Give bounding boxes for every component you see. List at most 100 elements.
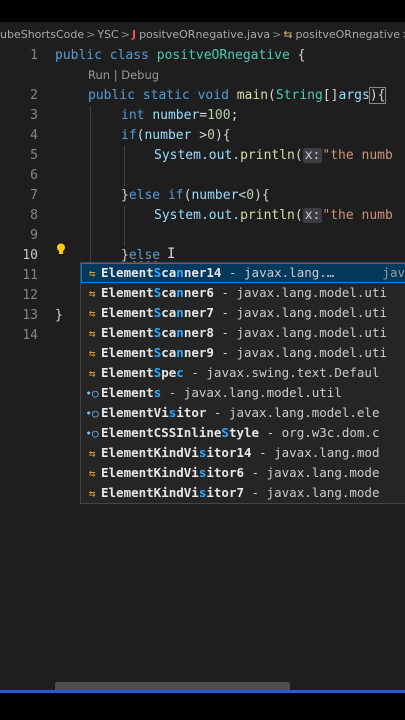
breadcrumb-separator: >: [86, 27, 96, 41]
class-icon: ⇆: [88, 347, 96, 360]
object-ref: System.out.: [154, 208, 241, 223]
inlay-hint: x:: [302, 208, 323, 223]
indent-guide: [124, 206, 125, 246]
type-name: String: [275, 88, 323, 103]
interface-icon: •○: [85, 407, 99, 420]
suggestion-item[interactable]: •○ ElementCSSInlineStyle - org.w3c.dom.c: [81, 423, 405, 443]
code-line-1[interactable]: public class positveORnegative {: [55, 46, 305, 66]
suggestion-label: ElementVisitor: [101, 405, 207, 420]
variable: number: [191, 188, 239, 203]
indent-guide: [124, 146, 125, 186]
parameter: args: [338, 88, 370, 103]
line-number: 2: [30, 88, 38, 103]
breadcrumb-item-file[interactable]: positveORnegative.java: [139, 28, 270, 41]
line-number: 14: [22, 328, 38, 343]
class-name: positveORnegative: [156, 48, 290, 63]
inlay-hint: x:: [302, 148, 323, 163]
window-bottom-border: [0, 690, 405, 693]
line-number: 5: [30, 148, 38, 163]
suggestion-item[interactable]: ⇆ ElementScanner7 - javax.lang.model.uti: [81, 303, 405, 323]
breadcrumb-separator: >: [120, 27, 130, 41]
variable: number: [144, 128, 192, 143]
text-cursor-icon: I: [167, 246, 176, 262]
interface-icon: •○: [85, 387, 99, 400]
line-number: 1: [30, 48, 38, 63]
suggestion-detail: - javax.lang.model.ele: [206, 405, 380, 420]
codelens-run-debug[interactable]: Run | Debug: [88, 66, 159, 84]
suggestion-detail: - javax.lang.model.uti: [213, 325, 388, 340]
java-file-icon: J: [131, 27, 137, 41]
paren: (: [294, 208, 303, 223]
keyword: static: [142, 88, 190, 103]
semicolon: ;: [230, 108, 239, 123]
suggestion-item[interactable]: •○ ElementVisitor - javax.lang.model.ele: [81, 403, 405, 423]
paren: (: [294, 148, 303, 163]
method-name: println: [240, 148, 295, 163]
brace: }: [55, 308, 63, 323]
line-number: 7: [30, 188, 38, 203]
breadcrumb-separator: >: [272, 27, 282, 41]
suggestion-item[interactable]: ⇆ ElementKindVisitor6 - javax.lang.mode: [81, 463, 405, 483]
suggestion-item[interactable]: ⇆ ElementScanner14 - javax.lang.… jav: [81, 263, 405, 283]
keyword-error: else: [128, 248, 161, 263]
brace: }: [121, 188, 129, 203]
suggestion-item[interactable]: ⇆ ElementScanner8 - javax.lang.model.uti: [81, 323, 405, 343]
code-line-5[interactable]: System.out.println(x: "the numb: [154, 146, 393, 166]
suggestion-label: ElementScanner8: [101, 325, 214, 340]
suggestion-detail: - javax.lang.mod: [251, 445, 380, 460]
suggestion-item[interactable]: ⇆ ElementSpec - javax.swing.text.Defaul: [81, 363, 405, 383]
breadcrumb: ubeShortsCode > YSC > J positveORnegativ…: [0, 22, 405, 46]
code-line-4[interactable]: if(number >0){: [121, 126, 231, 146]
line-number: 12: [22, 288, 38, 303]
class-icon: ⇆: [88, 307, 96, 320]
autocomplete-suggestions[interactable]: ⇆ ElementScanner14 - javax.lang.… jav ⇆ Elem…: [80, 262, 405, 504]
brace: }: [121, 248, 129, 263]
breadcrumb-item-folder[interactable]: ubeShortsCode: [0, 28, 84, 41]
keyword: public: [55, 48, 102, 63]
object-ref: System.out.: [154, 148, 241, 163]
suggestion-label: ElementCSSInlineStyle: [101, 425, 260, 440]
line-number: 9: [30, 228, 38, 243]
suggestion-detail: - javax.lang.model.uti: [213, 285, 388, 300]
code-line-7[interactable]: }else if(number<0){: [121, 186, 270, 206]
suggestion-detail: - javax.lang.model.uti: [213, 345, 388, 360]
class-icon: ⇆: [88, 367, 96, 380]
class-icon: ⇆: [88, 327, 96, 340]
code-line-13[interactable]: }: [55, 306, 63, 326]
class-icon: ⇆: [283, 27, 293, 41]
suggestion-item[interactable]: ⇆ ElementScanner6 - javax.lang.model.uti: [81, 283, 405, 303]
suggestion-detail: - org.w3c.dom.c: [259, 425, 380, 440]
suggestion-label: ElementScanner14: [101, 265, 222, 280]
lightbulb-icon[interactable]: [56, 243, 66, 255]
code-line-8[interactable]: System.out.println(x: "the numb: [154, 206, 393, 226]
string-literal: "the numb: [322, 208, 393, 223]
number-literal: 0: [207, 128, 215, 143]
suggestion-detail: - javax.lang.mode: [244, 485, 380, 500]
number-literal: 0: [246, 188, 255, 203]
line-number: 4: [30, 128, 38, 143]
breadcrumb-item-subfolder[interactable]: YSC: [97, 28, 118, 41]
method-name: println: [240, 208, 295, 223]
class-icon: ⇆: [88, 487, 96, 500]
line-number: 8: [30, 208, 38, 223]
suggestion-item[interactable]: ⇆ ElementScanner9 - javax.lang.model.uti: [81, 343, 405, 363]
method-name: main: [236, 88, 269, 103]
suggestion-item[interactable]: ⇆ ElementKindVisitor14 - javax.lang.mod: [81, 443, 405, 463]
code-line-2[interactable]: public static void main(String[]args){: [88, 86, 387, 106]
breadcrumb-item-class[interactable]: positveORnegative: [296, 28, 401, 41]
keyword: int: [121, 108, 145, 123]
keyword: else: [128, 188, 161, 203]
code-line-3[interactable]: int number=100;: [121, 106, 238, 126]
suggestion-label: ElementKindVisitor7: [101, 485, 245, 500]
suggestion-label: ElementScanner7: [101, 305, 214, 320]
brace: ){: [254, 188, 270, 203]
class-icon: ⇆: [88, 267, 96, 280]
suggestion-item[interactable]: •○ Elements - javax.lang.model.util: [81, 383, 405, 403]
line-number: 3: [30, 108, 38, 123]
suggestion-item[interactable]: ⇆ ElementKindVisitor7 - javax.lang.mode: [81, 483, 405, 503]
suggestion-label: ElementScanner9: [101, 345, 214, 360]
line-number: 6: [30, 168, 38, 183]
keyword: if: [121, 128, 137, 143]
line-number: 13: [22, 308, 38, 323]
keyword: if: [167, 188, 184, 203]
